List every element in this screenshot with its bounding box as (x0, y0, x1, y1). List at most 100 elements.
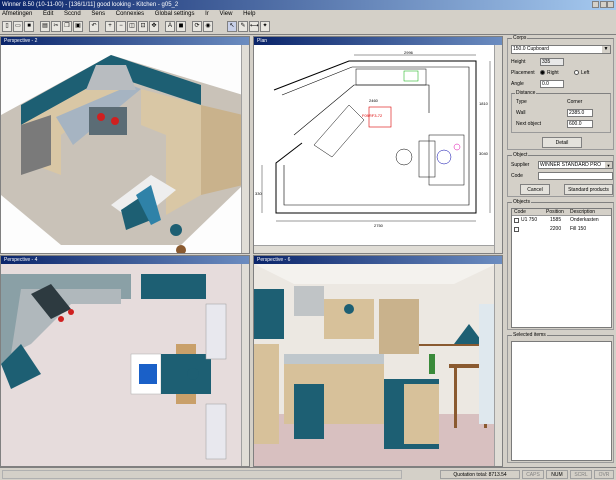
menu-item[interactable]: View (220, 11, 233, 17)
zoom-out-icon[interactable]: − (116, 21, 126, 32)
zoom-window-icon[interactable]: ⊡ (138, 21, 148, 32)
kitchen-render-eye (254, 264, 496, 466)
height-label: Height (511, 59, 526, 65)
text-icon[interactable]: A (165, 21, 175, 32)
supplier-select[interactable]: WINNER STANDARD PRO ▼ (538, 161, 613, 169)
menu-item[interactable]: Connexies (116, 11, 144, 17)
code-label: Code (511, 173, 523, 179)
chevron-down-icon[interactable]: ▼ (602, 46, 610, 53)
type-label: Type (516, 99, 527, 105)
new-icon[interactable]: ▯ (2, 21, 12, 32)
minimize-button[interactable] (592, 1, 599, 8)
chevron-down-icon[interactable]: ▼ (605, 162, 612, 168)
save-icon[interactable]: ■ (24, 21, 34, 32)
floor-plan-drawing: 2996 2460 F09RF3-72 1810 3040 2750 330 (255, 50, 491, 228)
angle-label: Angle (511, 81, 524, 87)
vertical-scrollbar[interactable] (241, 264, 249, 466)
zoom-in-icon[interactable]: + (105, 21, 115, 32)
selected-items-group: Selected items (507, 332, 614, 463)
selected-items-list[interactable] (511, 341, 612, 461)
wall-label: Wall (516, 110, 526, 116)
dim-label: 1810 (479, 101, 489, 106)
cut-icon[interactable]: ✂ (51, 21, 61, 32)
pan-icon[interactable]: ✥ (149, 21, 159, 32)
rotate-icon[interactable]: ⟳ (192, 21, 202, 32)
kitchen-render-topdown (1, 264, 243, 466)
radio-right-label: Right (547, 70, 559, 76)
plan-view[interactable]: 2996 2460 F09RF3-72 1810 3040 2750 330 (254, 45, 502, 253)
group-label: Corps (512, 35, 528, 41)
undo-icon[interactable]: ↶ (89, 21, 99, 32)
pointer-icon[interactable]: ↖ (227, 21, 237, 32)
dim-label: 2750 (374, 223, 384, 228)
menu-item[interactable]: Edit (43, 11, 53, 17)
placement-label: Placement (511, 70, 535, 76)
toolbar: ▯ ▭ ■ ▤ ✂ ❐ ▣ ↶ + − ◫ ⊡ ✥ A ◼ ⟳ ◉ ↖ ✎ ⟷ … (0, 19, 616, 35)
menu-item[interactable]: Sens (91, 11, 105, 17)
render-icon[interactable]: ◼ (176, 21, 186, 32)
num-indicator: NUM (546, 470, 568, 479)
zoom-fit-icon[interactable]: ◫ (127, 21, 137, 32)
menu-item[interactable]: Help (243, 11, 255, 17)
column-header[interactable]: Code (514, 209, 526, 215)
measure-icon[interactable]: ⟷ (249, 21, 259, 32)
draw-icon[interactable]: ✎ (238, 21, 248, 32)
viewport-title: Perspective - 2 (1, 37, 249, 45)
copy-icon[interactable]: ❐ (62, 21, 72, 32)
next-object-field[interactable]: 600.0 (567, 120, 593, 128)
height-field[interactable]: 335 (540, 58, 564, 66)
dim-label: 330 (255, 191, 262, 196)
table-cell: Fill 150 (570, 226, 587, 232)
paste-icon[interactable]: ▣ (73, 21, 83, 32)
corps-group: Corps 150.0 Cupboard ▼ Height 335 Placem… (507, 35, 614, 150)
close-button[interactable] (607, 1, 614, 8)
caps-indicator: CAPS (522, 470, 544, 479)
item-select[interactable]: 150.0 Cupboard ▼ (511, 45, 611, 54)
render-view[interactable] (1, 45, 249, 253)
radio-left[interactable] (574, 70, 579, 75)
print-icon[interactable]: ▤ (40, 21, 50, 32)
vertical-scrollbar[interactable] (494, 45, 502, 253)
column-header[interactable]: Description (570, 209, 595, 215)
group-label: Object (512, 152, 529, 158)
maximize-button[interactable] (600, 1, 607, 8)
table-row[interactable]: 2200 Fill 150 (512, 226, 611, 234)
standard-products-button[interactable]: Standard products (564, 184, 613, 195)
viewport-plan[interactable]: Plan 2996 2460 F09RF3-72 1810 3040 2750 … (253, 36, 503, 254)
menu-item[interactable]: Afmetingen (2, 11, 32, 17)
list-header: Code Position Description (512, 209, 611, 216)
camera-icon[interactable]: ◉ (203, 21, 213, 32)
angle-field[interactable]: 0.0 (540, 80, 564, 88)
wall-field[interactable]: 2385.0 (567, 109, 593, 117)
vertical-scrollbar[interactable] (494, 264, 502, 466)
viewport-title: Plan (254, 37, 502, 45)
viewport-perspective-2[interactable]: Perspective - 2 (0, 36, 250, 254)
kitchen-render-top (1, 55, 243, 253)
row-checkbox[interactable] (514, 218, 519, 223)
menu-item[interactable]: Global settings (155, 11, 195, 17)
viewport-perspective-4[interactable]: Perspective - 4 (0, 255, 250, 467)
detail-button[interactable]: Detail (542, 137, 582, 148)
column-header[interactable]: Position (546, 209, 564, 215)
vertical-scrollbar[interactable] (241, 45, 249, 253)
table-row[interactable]: U1 750 1585 Onderkasten (512, 217, 611, 225)
menu-item[interactable]: Ir (205, 11, 209, 17)
supplier-label: Supplier (511, 162, 530, 168)
corner-label: Corner (567, 99, 583, 105)
radio-right[interactable] (540, 70, 545, 75)
row-checkbox[interactable] (514, 227, 519, 232)
open-icon[interactable]: ▭ (13, 21, 23, 32)
next-object-label: Next object (516, 121, 542, 127)
cancel-button[interactable]: Cancel (520, 184, 550, 195)
render-view[interactable] (1, 264, 249, 466)
viewport-perspective-6[interactable]: Perspective - 6 (253, 255, 503, 467)
objects-list[interactable]: Code Position Description U1 750 1585 On… (511, 208, 612, 328)
plan-item-label: F09RF3-72 (362, 113, 383, 118)
horizontal-scrollbar[interactable] (254, 245, 494, 253)
dim-label: 3040 (479, 151, 489, 156)
title-bar: Winner 8.50 (10-11-00) - [136/1/11] good… (0, 0, 616, 10)
render-view[interactable] (254, 264, 502, 466)
code-field[interactable] (538, 172, 613, 180)
menu-item[interactable]: Sccnd (64, 11, 81, 17)
light-icon[interactable]: ✦ (260, 21, 270, 32)
